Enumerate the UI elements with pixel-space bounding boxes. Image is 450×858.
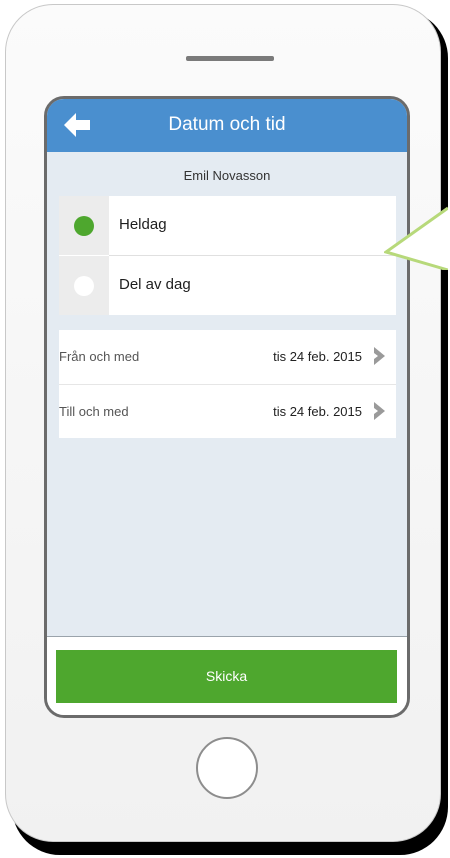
from-date-value: tis 24 feb. 2015 xyxy=(273,349,362,364)
radio-column xyxy=(59,256,109,315)
page-title: Datum och tid xyxy=(168,114,286,135)
option-part-of-day[interactable]: Del av dag xyxy=(59,256,396,315)
date-range-card: Från och med tis 24 feb. 2015 Till och m… xyxy=(59,330,396,438)
from-date-label: Från och med xyxy=(59,349,140,364)
option-full-day[interactable]: Heldag xyxy=(59,196,396,255)
phone-speaker xyxy=(186,56,274,61)
to-date-label: Till och med xyxy=(59,404,129,419)
radio-column xyxy=(59,196,109,255)
bottom-action-bar: Skicka xyxy=(47,636,407,715)
option-label: Del av dag xyxy=(119,276,191,293)
user-name: Emil Novasson xyxy=(183,168,271,183)
app-header: Datum och tid xyxy=(47,99,407,152)
callout-pointer-icon xyxy=(384,206,448,270)
app-screen: Datum och tid Emil Novasson Heldag Del a… xyxy=(44,96,410,718)
radio-unselected-icon[interactable] xyxy=(74,276,94,296)
radio-selected-icon[interactable] xyxy=(74,216,94,236)
submit-button[interactable]: Skicka xyxy=(56,650,397,703)
to-date-row[interactable]: Till och med tis 24 feb. 2015 xyxy=(59,385,396,439)
chevron-right-icon xyxy=(374,402,385,420)
option-label: Heldag xyxy=(119,216,167,233)
to-date-value: tis 24 feb. 2015 xyxy=(273,404,362,419)
day-type-options: Heldag Del av dag xyxy=(59,196,396,315)
from-date-row[interactable]: Från och med tis 24 feb. 2015 xyxy=(59,330,396,384)
home-button[interactable] xyxy=(196,737,258,799)
chevron-right-icon xyxy=(374,347,385,365)
